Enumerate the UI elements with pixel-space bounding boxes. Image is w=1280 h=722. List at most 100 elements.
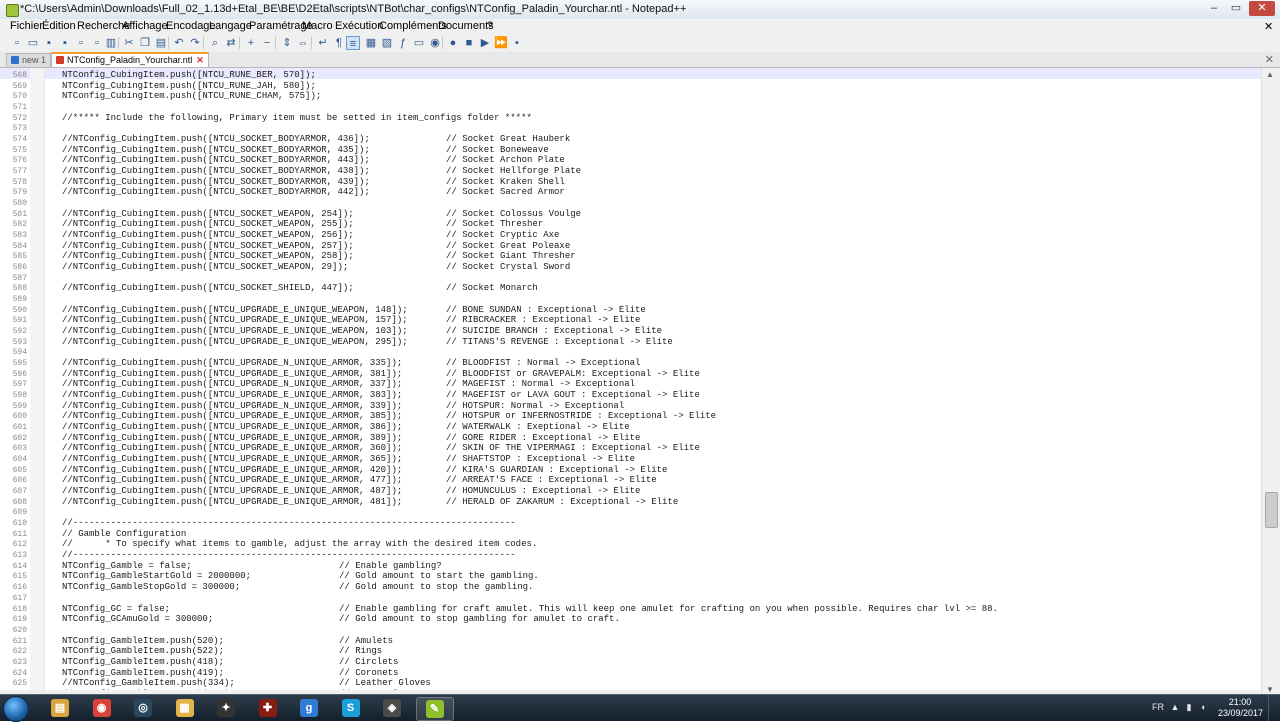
folder-workspace-icon[interactable]: ▭: [412, 36, 426, 50]
close-all-icon[interactable]: ▫: [90, 36, 104, 50]
tab-close-icon[interactable]: ✕: [196, 55, 204, 65]
new-file-icon[interactable]: ▫: [10, 36, 24, 50]
code-line[interactable]: 590 //NTConfig_CubingItem.push([NTCU_UPGR…: [0, 305, 1261, 316]
code-line[interactable]: 621 NTConfig_GambleItem.push(520); // Amul…: [0, 636, 1261, 647]
code-line[interactable]: 569 NTConfig_CubingItem.push([NTCU_RUNE_J…: [0, 81, 1261, 92]
taskbar-game-launcher[interactable]: ✦: [208, 697, 244, 719]
code-line[interactable]: 584 //NTConfig_CubingItem.push([NTCU_SOCK…: [0, 241, 1261, 252]
code-line[interactable]: 596 //NTConfig_CubingItem.push([NTCU_UPGR…: [0, 369, 1261, 380]
monitoring-icon[interactable]: ◉: [428, 36, 442, 50]
code-line[interactable]: 572 //***** Include the following, Primar…: [0, 113, 1261, 124]
code-line[interactable]: 568 NTConfig_CubingItem.push([NTCU_RUNE_B…: [0, 70, 1261, 81]
code-line[interactable]: 570 NTConfig_CubingItem.push([NTCU_RUNE_C…: [0, 91, 1261, 102]
code-line[interactable]: 617: [0, 593, 1261, 604]
code-line[interactable]: 598 //NTConfig_CubingItem.push([NTCU_UPGR…: [0, 390, 1261, 401]
cut-icon[interactable]: ✂: [122, 36, 136, 50]
code-editor[interactable]: 568 NTConfig_CubingItem.push([NTCU_RUNE_B…: [0, 68, 1261, 690]
taskbar-tool[interactable]: ◈: [374, 697, 410, 719]
menu-affichage[interactable]: Affichage: [122, 20, 168, 32]
document-map-icon[interactable]: ▧: [380, 36, 394, 50]
code-line[interactable]: 622 NTConfig_GambleItem.push(522); // Ring…: [0, 646, 1261, 657]
code-line[interactable]: 587: [0, 273, 1261, 284]
code-line[interactable]: 588 //NTConfig_CubingItem.push([NTCU_SOCK…: [0, 283, 1261, 294]
code-line[interactable]: 586 //NTConfig_CubingItem.push([NTCU_SOCK…: [0, 262, 1261, 273]
code-line[interactable]: 624 NTConfig_GambleItem.push(419); // Coro…: [0, 668, 1261, 679]
undo-icon[interactable]: ↶: [172, 36, 186, 50]
menu-execution[interactable]: Exécution: [335, 20, 383, 32]
code-line[interactable]: 600 //NTConfig_CubingItem.push([NTCU_UPGR…: [0, 411, 1261, 422]
code-line[interactable]: 594: [0, 347, 1261, 358]
taskbar-steam[interactable]: ◎: [125, 697, 161, 719]
sync-vertical-icon[interactable]: ⇕: [280, 36, 294, 50]
code-line[interactable]: 579 //NTConfig_CubingItem.push([NTCU_SOCK…: [0, 187, 1261, 198]
close-tab-icon[interactable]: ✕: [1265, 53, 1274, 66]
scroll-down-arrow-icon[interactable]: ▼: [1266, 685, 1274, 694]
code-line[interactable]: 607 //NTConfig_CubingItem.push([NTCU_UPGR…: [0, 486, 1261, 497]
code-line[interactable]: 571: [0, 102, 1261, 113]
code-line[interactable]: 592 //NTConfig_CubingItem.push([NTCU_UPGR…: [0, 326, 1261, 337]
save-macro-icon[interactable]: ▪: [510, 36, 524, 50]
code-line[interactable]: 625 //NTConfig_GambleItem.push(334); // Le…: [0, 678, 1261, 689]
taskbar-explorer[interactable]: ▤: [42, 697, 78, 719]
code-line[interactable]: 611 // Gamble Configuration: [0, 529, 1261, 540]
paste-icon[interactable]: ▤: [154, 36, 168, 50]
menu-macro[interactable]: Macro: [302, 20, 333, 32]
save-all-icon[interactable]: ▪: [58, 36, 72, 50]
code-line[interactable]: 603 //NTConfig_CubingItem.push([NTCU_UPGR…: [0, 443, 1261, 454]
function-list-icon[interactable]: ƒ: [396, 36, 410, 50]
code-line[interactable]: 609: [0, 507, 1261, 518]
code-line[interactable]: 589: [0, 294, 1261, 305]
close-file-icon[interactable]: ▫: [74, 36, 88, 50]
volume-icon[interactable]: ◖: [1198, 702, 1208, 712]
code-line[interactable]: 576 //NTConfig_CubingItem.push([NTCU_SOCK…: [0, 155, 1261, 166]
code-line[interactable]: 585 //NTConfig_CubingItem.push([NTCU_SOCK…: [0, 251, 1261, 262]
code-line[interactable]: 581 //NTConfig_CubingItem.push([NTCU_SOCK…: [0, 209, 1261, 220]
code-line[interactable]: 591 //NTConfig_CubingItem.push([NTCU_UPGR…: [0, 315, 1261, 326]
stop-macro-icon[interactable]: ■: [462, 36, 476, 50]
code-line[interactable]: 623 NTConfig_GambleItem.push(418); // Circ…: [0, 657, 1261, 668]
code-line[interactable]: 610 //-----------------------------------…: [0, 518, 1261, 529]
code-line[interactable]: 574 //NTConfig_CubingItem.push([NTCU_SOCK…: [0, 134, 1261, 145]
notepadpp-app-icon[interactable]: [6, 4, 19, 17]
code-line[interactable]: 615 NTConfig_GambleStartGold = 2000000; //…: [0, 571, 1261, 582]
taskbar-chrome[interactable]: ◉: [84, 697, 120, 719]
menu-close-document-icon[interactable]: ✕: [1264, 20, 1273, 33]
code-line[interactable]: 601 //NTConfig_CubingItem.push([NTCU_UPGR…: [0, 422, 1261, 433]
code-line[interactable]: 597 //NTConfig_CubingItem.push([NTCU_UPGR…: [0, 379, 1261, 390]
code-line[interactable]: 582 //NTConfig_CubingItem.push([NTCU_SOCK…: [0, 219, 1261, 230]
taskbar-file-manager[interactable]: ▦: [167, 697, 203, 719]
code-line[interactable]: 599 //NTConfig_CubingItem.push([NTCU_UPGR…: [0, 401, 1261, 412]
code-line[interactable]: 614 NTConfig_Gamble = false; // Enable gam…: [0, 561, 1261, 572]
show-desktop-button[interactable]: [1268, 695, 1280, 721]
copy-icon[interactable]: ❐: [138, 36, 152, 50]
taskbar-diablo[interactable]: ✚: [250, 697, 286, 719]
code-line[interactable]: 613 //-----------------------------------…: [0, 550, 1261, 561]
taskbar-skype[interactable]: S: [333, 697, 369, 719]
code-line[interactable]: 593 //NTConfig_CubingItem.push([NTCU_UPGR…: [0, 337, 1261, 348]
replace-icon[interactable]: ⇄: [224, 36, 238, 50]
code-line[interactable]: 618 NTConfig_GC = false; // Enable gamblin…: [0, 604, 1261, 615]
menu-edition[interactable]: Édition: [42, 20, 76, 32]
tab-new-1[interactable]: new 1: [6, 53, 52, 67]
code-line[interactable]: 608 //NTConfig_CubingItem.push([NTCU_UPGR…: [0, 497, 1261, 508]
save-icon[interactable]: ▪: [42, 36, 56, 50]
code-line[interactable]: 583 //NTConfig_CubingItem.push([NTCU_SOCK…: [0, 230, 1261, 241]
menu-complements[interactable]: Compléments: [379, 20, 447, 32]
input-language-indicator[interactable]: FR: [1152, 702, 1164, 712]
start-button[interactable]: [3, 696, 29, 722]
system-clock[interactable]: 21:00 23/09/2017: [1218, 697, 1263, 719]
menu-help[interactable]: ?: [487, 20, 493, 32]
show-all-characters-icon[interactable]: ¶: [332, 36, 346, 50]
code-line[interactable]: 605 //NTConfig_CubingItem.push([NTCU_UPGR…: [0, 465, 1261, 476]
zoom-out-icon[interactable]: −: [260, 36, 274, 50]
code-line[interactable]: 595 //NTConfig_CubingItem.push([NTCU_UPGR…: [0, 358, 1261, 369]
menu-documents[interactable]: Documents: [438, 20, 494, 32]
menu-fichier[interactable]: Fichier: [10, 20, 43, 32]
code-line[interactable]: 573: [0, 123, 1261, 134]
sync-horizontal-icon[interactable]: ⇔: [296, 36, 310, 50]
word-wrap-icon[interactable]: ↵: [316, 36, 330, 50]
print-icon[interactable]: ▥: [104, 36, 118, 50]
code-line[interactable]: 578 //NTConfig_CubingItem.push([NTCU_SOCK…: [0, 177, 1261, 188]
taskbar-notepad-plus-plus[interactable]: ✎: [415, 697, 454, 721]
code-line[interactable]: 575 //NTConfig_CubingItem.push([NTCU_SOCK…: [0, 145, 1261, 156]
